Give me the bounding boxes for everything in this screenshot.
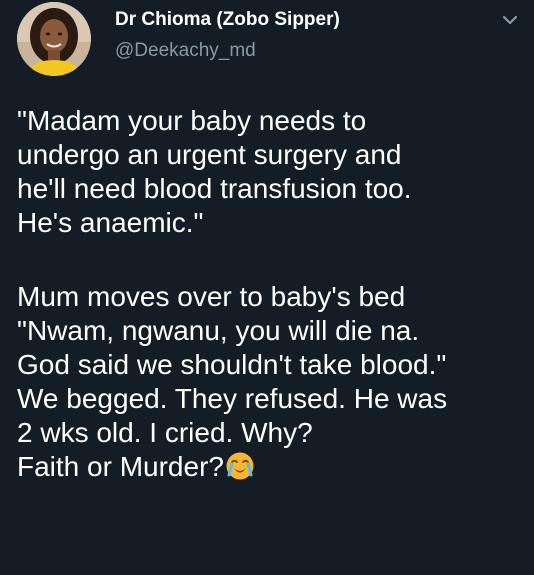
profile-photo-icon	[17, 2, 91, 76]
tweet-line: undergo an urgent surgery and	[17, 139, 402, 170]
tweet-line: We begged. They refused. He was	[17, 383, 448, 414]
author-display-name[interactable]: Dr Chioma (Zobo Sipper)	[115, 8, 340, 32]
crying-face-emoji-icon	[226, 452, 254, 480]
tweet-line: He's anaemic."	[17, 207, 204, 238]
author-avatar[interactable]	[17, 2, 91, 76]
author-handle[interactable]: @Deekachy_md	[115, 39, 340, 63]
tweet: Dr Chioma (Zobo Sipper) @Deekachy_md "Ma…	[0, 0, 534, 575]
tweet-line: God said we shouldn't take blood."	[17, 349, 447, 380]
tweet-line: he'll need blood transfusion too.	[17, 173, 412, 204]
tweet-menu-button[interactable]	[500, 12, 520, 28]
tweet-paragraph-2: Mum moves over to baby's bed "Nwam, ngwa…	[17, 280, 527, 484]
tweet-line: "Madam your baby needs to	[17, 105, 367, 136]
chevron-down-icon	[502, 15, 518, 25]
tweet-text: "Madam your baby needs to undergo an urg…	[17, 104, 527, 484]
tweet-last-line: Faith or Murder?	[17, 450, 527, 484]
tweet-line: "Nwam, ngwanu, you will die na.	[17, 315, 420, 346]
tweet-line-text: Faith or Murder?	[17, 451, 224, 482]
tweet-paragraph-1: "Madam your baby needs to undergo an urg…	[17, 104, 527, 240]
tweet-line: Mum moves over to baby's bed	[17, 281, 406, 312]
tweet-line: 2 wks old. I cried. Why?	[17, 417, 313, 448]
author-info[interactable]: Dr Chioma (Zobo Sipper) @Deekachy_md	[115, 8, 340, 63]
